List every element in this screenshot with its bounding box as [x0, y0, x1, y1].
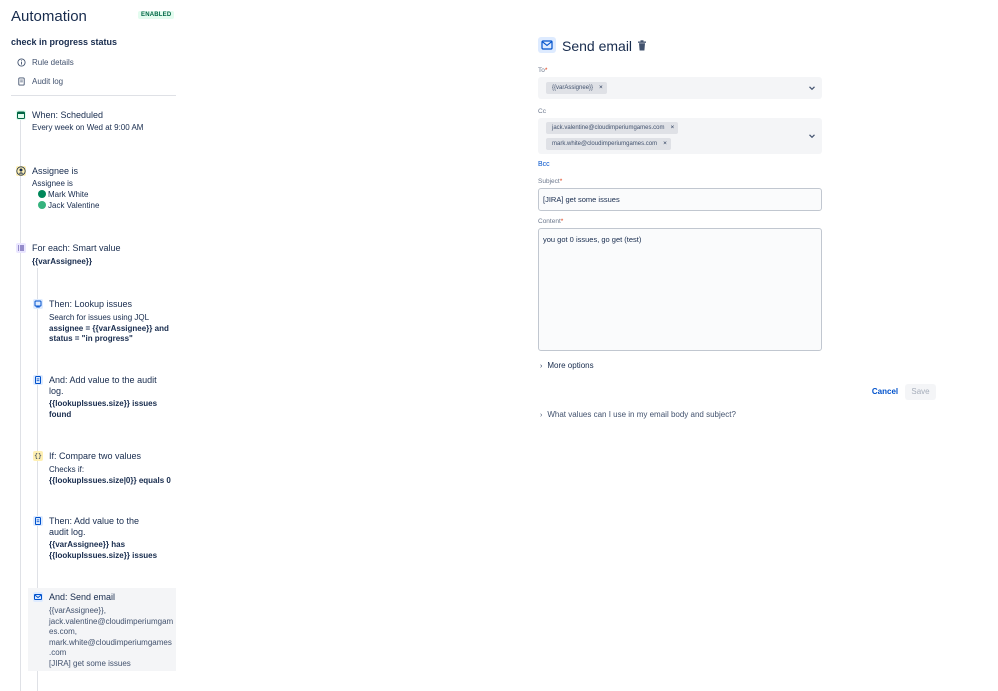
- step-send-email[interactable]: And: Send email {{varAssignee}}, jack.va…: [33, 592, 176, 671]
- chevron-down-icon[interactable]: [808, 84, 816, 92]
- step-expression: {{lookupIssues.size|0}} equals 0: [49, 475, 171, 485]
- step-compare-values[interactable]: {} If: Compare two values Checks if: {{l…: [33, 451, 176, 487]
- audit-log-link[interactable]: Audit log: [17, 75, 63, 87]
- step-audit-log-1[interactable]: And: Add value to the audit log. {{looku…: [33, 375, 176, 421]
- subject-label: Subject*: [538, 178, 563, 185]
- chevron-right-icon: ›: [540, 412, 543, 419]
- step-detail: .com: [49, 648, 67, 657]
- audit-log-icon: [33, 375, 43, 385]
- step-detail: Assignee is: [32, 179, 73, 188]
- recipient-chip: {{varAssignee}} ×: [546, 82, 607, 94]
- avatar: [38, 190, 46, 198]
- step-title: Assignee is: [32, 166, 79, 176]
- step-trigger-scheduled[interactable]: When: Scheduled Every week on Wed at 9:0…: [16, 110, 176, 136]
- audit-log-icon: [33, 516, 43, 526]
- step-title: For each: Smart value: [32, 243, 121, 253]
- panel-title: Send email: [562, 38, 633, 54]
- smart-values-help-toggle[interactable]: › What values can I use in my email body …: [540, 410, 736, 419]
- step-title: Then: Add value to the: [49, 516, 140, 526]
- user-list-item: Jack Valentine: [38, 200, 100, 212]
- content-label: Content*: [538, 218, 564, 225]
- step-detail: jack.valentine@cloudimperiumgam: [49, 616, 174, 626]
- cancel-button[interactable]: Cancel: [870, 384, 900, 400]
- user-list-item: Mark White: [38, 190, 88, 201]
- step-title: And: Add value to the audit: [49, 375, 157, 385]
- rule-details-link[interactable]: Rule details: [17, 56, 74, 68]
- chevron-down-icon[interactable]: [808, 132, 816, 140]
- step-detail: {{lookupIssues.size}} issues: [49, 399, 158, 408]
- step-detail: Checks if:: [49, 465, 85, 474]
- audit-log-label: Audit log: [32, 76, 64, 86]
- document-icon: [17, 76, 26, 86]
- step-jql: assignee = {{varAssignee}} and: [49, 323, 169, 333]
- rule-details-label: Rule details: [32, 57, 74, 67]
- calendar-icon: [16, 110, 26, 120]
- step-title: audit log.: [49, 527, 86, 537]
- remove-chip-icon[interactable]: ×: [670, 122, 674, 134]
- step-detail: {{varAssignee}}: [32, 257, 93, 266]
- step-audit-log-2[interactable]: Then: Add value to the audit log. {{varA…: [33, 516, 176, 562]
- rule-name[interactable]: check in progress status: [11, 37, 117, 47]
- subject-input[interactable]: [JIRA] get some issues: [538, 188, 822, 211]
- cc-label: Cc: [538, 108, 546, 115]
- step-detail: Search for issues using JQL: [49, 313, 150, 322]
- user-name: Mark White: [48, 190, 89, 199]
- app-title: Automation: [11, 8, 87, 25]
- braces-icon: {}: [33, 451, 43, 461]
- step-detail: {{lookupIssues.size}} issues: [49, 550, 158, 560]
- step-branch-foreach[interactable]: For each: Smart value {{varAssignee}}: [16, 243, 176, 269]
- remove-chip-icon[interactable]: ×: [663, 138, 667, 150]
- step-detail: es.com,: [49, 627, 78, 636]
- divider: [11, 95, 176, 96]
- to-label: To*: [538, 67, 548, 74]
- recipient-chip: jack.valentine@cloudimperiumgames.com ×: [546, 122, 679, 134]
- email-icon: [33, 592, 43, 602]
- remove-chip-icon[interactable]: ×: [599, 82, 603, 94]
- user-name: Jack Valentine: [48, 200, 100, 210]
- step-detail: found: [49, 409, 72, 419]
- save-button[interactable]: Save: [905, 384, 936, 400]
- info-icon: [17, 57, 26, 67]
- email-icon: [538, 37, 556, 53]
- step-title: When: Scheduled: [32, 110, 104, 120]
- search-issues-icon: [33, 299, 43, 309]
- recipient-chip: mark.white@cloudimperiumgames.com ×: [546, 138, 671, 150]
- step-lookup-issues[interactable]: Then: Lookup issues Search for issues us…: [33, 299, 176, 345]
- chevron-right-icon: ›: [540, 363, 543, 370]
- step-detail: Every week on Wed at 9:00 AM: [32, 123, 144, 132]
- content-textarea[interactable]: you got 0 issues, go get (test): [538, 228, 822, 351]
- step-title: And: Send email: [49, 592, 116, 602]
- cc-field[interactable]: jack.valentine@cloudimperiumgames.com × m…: [538, 118, 822, 154]
- step-jql: status = "in progress": [49, 334, 133, 343]
- more-options-toggle[interactable]: › More options: [540, 361, 594, 370]
- step-detail: mark.white@cloudimperiumgames: [49, 637, 172, 647]
- avatar: [38, 200, 46, 209]
- status-badge[interactable]: ENABLED: [138, 11, 175, 19]
- branch-icon: [16, 243, 26, 253]
- bcc-link[interactable]: Bcc: [538, 161, 550, 168]
- step-title: If: Compare two values: [49, 451, 142, 461]
- step-title: Then: Lookup issues: [49, 299, 133, 309]
- step-detail: [JIRA] get some issues: [49, 658, 131, 668]
- trash-icon[interactable]: [637, 40, 647, 51]
- step-detail: {{varAssignee}},: [49, 606, 106, 615]
- user-icon: [16, 166, 26, 176]
- step-title: log.: [49, 386, 64, 396]
- step-condition-assignee[interactable]: Assignee is Assignee is Mark White Jack …: [16, 166, 176, 212]
- to-field[interactable]: {{varAssignee}} ×: [538, 77, 822, 99]
- step-detail: {{varAssignee}} has: [49, 540, 126, 549]
